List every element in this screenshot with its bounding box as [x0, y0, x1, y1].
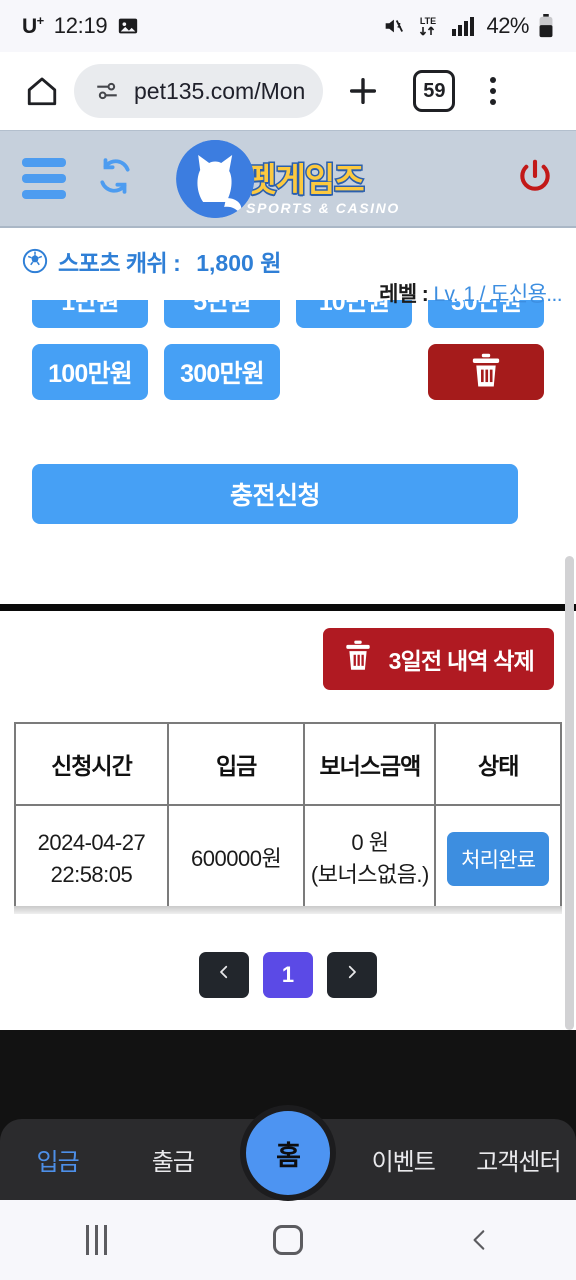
- phone-screen: U+ 12:19 LTE 42% pet135.com/Mon 59 펫게임즈 …: [0, 0, 576, 1280]
- request-date: 2024-04-27: [37, 830, 146, 856]
- site-settings-icon[interactable]: [94, 78, 120, 104]
- power-icon[interactable]: [516, 157, 554, 200]
- site-logo[interactable]: 펫게임즈 SPORTS & CASINO: [176, 139, 400, 218]
- recents-icon[interactable]: [0, 1225, 192, 1255]
- trash-icon: [469, 353, 503, 392]
- cell-status: 처리완료: [434, 804, 562, 914]
- cell-request-time: 2024-04-27 22:58:05: [14, 804, 169, 914]
- battery-percent: 42%: [486, 13, 529, 38]
- bottom-nav-event[interactable]: 이벤트: [346, 1142, 461, 1177]
- section-divider: [0, 604, 576, 611]
- bottom-nav-withdraw[interactable]: 출금: [115, 1142, 230, 1177]
- column-header-time: 신청시간: [14, 722, 169, 806]
- signal-bars-icon: [451, 15, 477, 37]
- android-navigation-bar: [0, 1200, 576, 1280]
- bottom-nav-customer-center[interactable]: 고객센터: [461, 1142, 576, 1177]
- status-bar-right: LTE 42%: [381, 13, 554, 39]
- submit-deposit-button[interactable]: 충전신청: [32, 464, 518, 524]
- column-header-bonus: 보너스금액: [303, 722, 437, 806]
- chevron-left-icon: [215, 962, 233, 988]
- status-bar-left: U+ 12:19: [22, 13, 139, 39]
- bottom-nav-home-fab[interactable]: 홈: [240, 1105, 336, 1201]
- table-body: 2024-04-27 22:58:05 600000원 0 원 (보너스없음.)…: [14, 804, 562, 914]
- address-bar[interactable]: pet135.com/Mon: [74, 64, 324, 118]
- table-bottom-shadow: [14, 906, 562, 914]
- back-chevron-icon[interactable]: [384, 1225, 576, 1255]
- tab-counter-button[interactable]: 59: [413, 70, 456, 112]
- plus-icon[interactable]: [335, 63, 391, 119]
- deposit-history-table-wrap: 신청시간 입금 보너스금액 상태 2024-04-27 22:58:05 600…: [14, 722, 562, 914]
- bonus-note: (보너스없음.): [310, 862, 429, 887]
- logo-name: 펫게임즈: [245, 160, 366, 198]
- pagination-next-button[interactable]: [327, 952, 377, 998]
- pagination-page-1[interactable]: 1: [263, 952, 313, 998]
- home-icon[interactable]: [16, 65, 68, 117]
- sports-cash-row: 스포츠 캐쉬 : 1,800 원: [22, 244, 281, 278]
- request-time: 22:58:05: [50, 862, 133, 887]
- bonus-amount: 0 원: [351, 830, 389, 856]
- table-head: 신청시간 입금 보너스금액 상태: [14, 722, 562, 806]
- cell-deposit-amount: 600000원: [166, 804, 306, 914]
- tab-count-label: 59: [423, 79, 446, 102]
- column-header-status: 상태: [434, 722, 562, 806]
- status-badge[interactable]: 처리완료: [447, 832, 550, 886]
- home-glyph: [273, 1225, 303, 1255]
- sports-cash-value: 1,800 원: [196, 250, 282, 276]
- trash-icon: [343, 640, 373, 678]
- three-dot-menu-icon[interactable]: [469, 67, 517, 115]
- battery-icon: [538, 14, 554, 38]
- image-icon: [117, 15, 139, 37]
- deposit-history-table: 신청시간 입금 보너스금액 상태 2024-04-27 22:58:05 600…: [14, 722, 562, 914]
- logo-subtitle: SPORTS & CASINO: [246, 199, 400, 216]
- pagination-prev-button[interactable]: [199, 952, 249, 998]
- browser-toolbar: pet135.com/Mon 59: [0, 52, 576, 130]
- column-header-deposit: 입금: [166, 722, 306, 806]
- url-text: pet135.com/Mon: [134, 77, 306, 104]
- refresh-icon[interactable]: [96, 157, 134, 200]
- svg-text:LTE: LTE: [420, 16, 436, 26]
- pagination: 1: [0, 952, 576, 998]
- level-value: Lv. 1 / 도신용...: [433, 283, 562, 306]
- recents-glyph: [85, 1225, 107, 1255]
- site-header: 펫게임즈 SPORTS & CASINO: [0, 130, 576, 228]
- table-row: 2024-04-27 22:58:05 600000원 0 원 (보너스없음.)…: [14, 804, 562, 914]
- sports-cash-label: 스포츠 캐쉬 :: [58, 250, 181, 276]
- mute-icon: [381, 15, 405, 37]
- delete-button-label: 3일전 내역 삭제: [388, 648, 535, 674]
- carrier-label: U+: [22, 13, 44, 38]
- amount-row-spacer: [296, 344, 412, 400]
- amount-row-2: 100만원 300만원: [32, 344, 544, 400]
- logo-text: 펫게임즈 SPORTS & CASINO: [245, 160, 400, 218]
- soccer-ball-icon: [22, 248, 48, 274]
- cat-logo-icon: [176, 139, 255, 218]
- android-status-bar: U+ 12:19 LTE 42%: [0, 0, 576, 52]
- bottom-nav-deposit[interactable]: 입금: [0, 1142, 115, 1177]
- amount-button-5[interactable]: 100만원: [32, 344, 148, 400]
- account-summary-bar: 스포츠 캐쉬 : 1,800 원 레벨 : Lv. 1 / 도신용...: [0, 228, 576, 306]
- home-square-icon[interactable]: [192, 1225, 384, 1255]
- level-label: 레벨 :: [379, 283, 429, 306]
- status-clock: 12:19: [53, 13, 108, 38]
- clear-amount-button[interactable]: [428, 344, 544, 400]
- level-row: 레벨 : Lv. 1 / 도신용...: [379, 278, 562, 308]
- chevron-right-icon: [343, 962, 361, 988]
- page-scrollbar[interactable]: [565, 556, 574, 1030]
- amount-button-6[interactable]: 300만원: [164, 344, 280, 400]
- delete-old-history-button[interactable]: 3일전 내역 삭제: [322, 628, 554, 690]
- hamburger-menu-icon[interactable]: [22, 158, 66, 199]
- lte-data-icon: LTE: [414, 14, 442, 38]
- cell-bonus: 0 원 (보너스없음.): [303, 804, 437, 914]
- table-header-row: 신청시간 입금 보너스금액 상태: [14, 722, 562, 806]
